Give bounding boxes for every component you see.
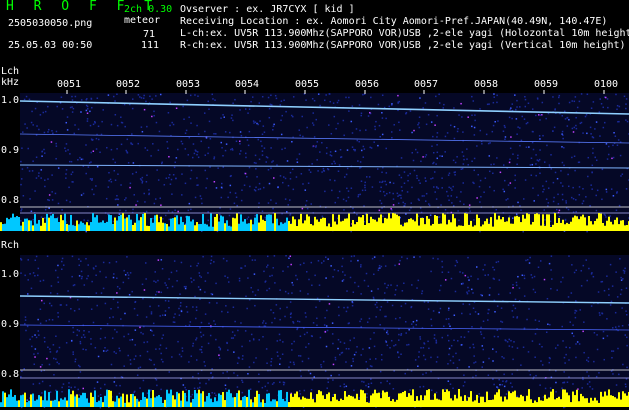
rch-y-label-0.9: 0.9	[1, 319, 20, 330]
rch-label: Rch	[1, 240, 20, 251]
time-tick-0059: 0059	[534, 79, 559, 90]
rch-y-label-1.0: 1.0	[1, 269, 20, 280]
lch-y-label-0.9: 0.9	[1, 145, 20, 156]
time-tick-0051: 0051	[57, 79, 82, 90]
lch-y-label-1.0: 1.0	[1, 95, 20, 106]
time-tick-0057: 0057	[414, 79, 439, 90]
time-tick-0053: 0053	[176, 79, 201, 90]
time-tick-0055: 0055	[295, 79, 320, 90]
time-tick-0054: 0054	[235, 79, 260, 90]
time-tick-0100: 0100	[594, 79, 619, 90]
lch-spectrogram-background	[20, 93, 629, 231]
lch-y-label-0.8: 0.8	[1, 195, 20, 206]
rch-spectrogram-background	[20, 255, 629, 407]
time-tick-0052: 0052	[116, 79, 141, 90]
spectrogram-canvas	[0, 90, 629, 409]
time-tick-0056: 0056	[355, 79, 380, 90]
rch-y-label-0.8: 0.8	[1, 369, 20, 380]
time-tick-0058: 0058	[474, 79, 499, 90]
khz-unit-label: kHz	[1, 77, 20, 88]
